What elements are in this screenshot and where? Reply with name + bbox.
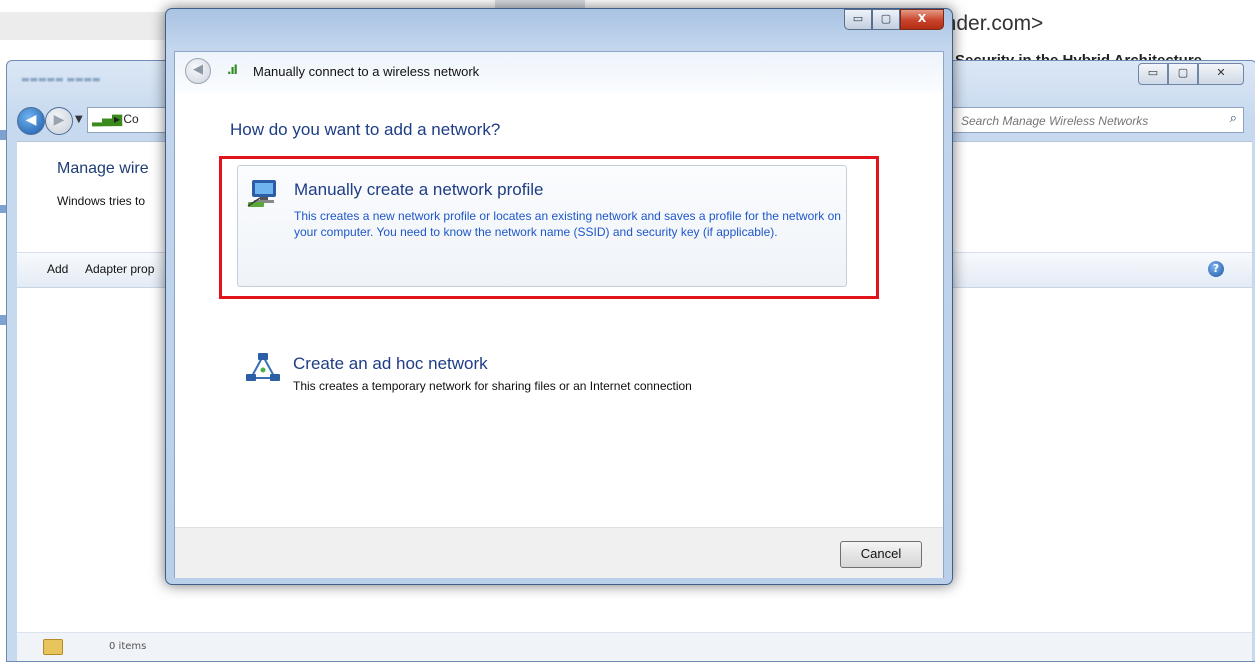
search-input[interactable] — [959, 110, 1203, 132]
ad-hoc-network-icon — [246, 353, 280, 381]
minimize-icon[interactable]: ▭ — [1138, 63, 1168, 85]
minimize-icon[interactable]: ▭ — [844, 9, 872, 30]
window-controls: ▭ ▢ ✕ — [1138, 63, 1244, 85]
breadcrumb[interactable]: ▸ Co — [114, 112, 139, 126]
manual-profile-option[interactable]: Manually create a network profile This c… — [237, 165, 847, 287]
page-title: Manage wire — [57, 160, 149, 177]
search-icon[interactable]: ⌕ — [1230, 111, 1237, 126]
manual-profile-title[interactable]: Manually create a network profile — [294, 180, 543, 200]
close-icon[interactable]: X — [900, 9, 944, 30]
page-description: Windows tries to — [57, 194, 146, 208]
dialog-question: How do you want to add a network? — [230, 120, 501, 139]
wireless-signal-icon: .ıl — [227, 63, 238, 77]
dialog-header: ◀ .ıl Manually connect to a wireless net… — [175, 52, 943, 92]
forward-arrow-icon[interactable]: ▶ — [45, 107, 73, 135]
network-profile-icon — [247, 180, 276, 207]
folder-icon — [43, 639, 63, 655]
edge-fragment — [0, 205, 6, 213]
dialog-footer: Cancel — [175, 527, 943, 578]
back-arrow-icon[interactable]: ◀ — [185, 58, 211, 84]
manual-connect-dialog: ▭ ▢ X ◀ .ıl Manually connect to a wirele… — [165, 8, 953, 585]
dialog-body: ◀ .ıl Manually connect to a wireless net… — [174, 51, 944, 578]
manual-profile-description: This creates a new network profile or lo… — [294, 209, 841, 239]
add-button[interactable]: Add — [47, 262, 68, 276]
cancel-button[interactable]: Cancel — [840, 541, 922, 568]
edge-fragment — [0, 130, 6, 140]
search-box[interactable]: ⌕ — [952, 107, 1244, 133]
ad-hoc-network-option[interactable]: Create an ad hoc network This creates a … — [237, 344, 845, 404]
adapter-properties-button[interactable]: Adapter prop — [85, 262, 154, 276]
ad-hoc-network-description: This creates a temporary network for sha… — [293, 379, 692, 393]
maximize-icon[interactable]: ▢ — [1168, 63, 1198, 85]
back-arrow-icon[interactable]: ◀ — [17, 107, 45, 135]
ad-hoc-network-title[interactable]: Create an ad hoc network — [293, 354, 488, 374]
close-icon[interactable]: ✕ — [1198, 63, 1244, 85]
help-icon[interactable]: ? — [1208, 261, 1224, 277]
maximize-icon[interactable]: ▢ — [872, 9, 900, 30]
recent-pages-dropdown-icon[interactable]: ▼ — [75, 114, 83, 125]
dialog-window-controls: ▭ ▢ X — [844, 9, 944, 30]
window-title-bar: ▬▬▬▬▬ ▬▬▬▬ — [21, 75, 101, 85]
breadcrumb-text: Co — [123, 112, 139, 126]
edge-fragment — [0, 315, 6, 325]
dialog-title: Manually connect to a wireless network — [253, 64, 480, 79]
